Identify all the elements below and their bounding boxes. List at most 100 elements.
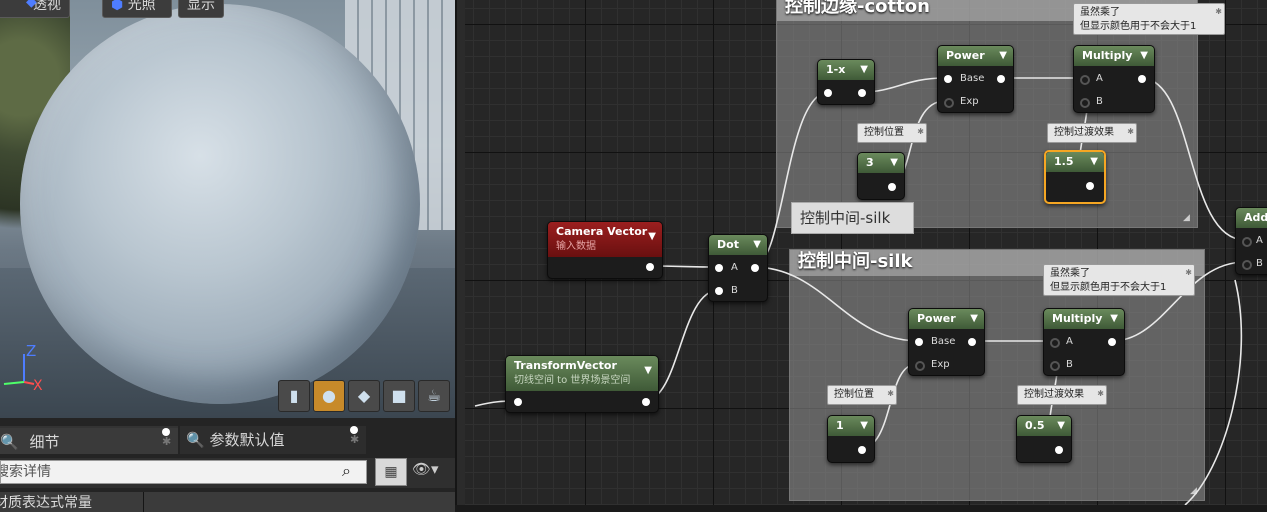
output-pin[interactable] [1055,446,1063,454]
collapse-arrow-icon[interactable]: ▼ [1140,46,1148,66]
node-subtitle: 输入数据 [556,241,596,252]
input-pin-a[interactable] [1080,75,1090,85]
search-icon[interactable]: ⌕ [342,461,351,481]
tab-details[interactable]: 🔍 细节 ✱ [0,426,178,454]
node-header: Power ▼ [938,46,1013,66]
pin-label-exp: Exp [960,96,979,107]
collapse-arrow-icon[interactable]: ▼ [999,46,1007,66]
output-pin[interactable] [888,183,896,191]
node-one-minus-x[interactable]: 1-x ▼ [817,59,875,105]
column-divider[interactable] [143,492,144,512]
plane-preview-button[interactable]: ◆ [348,380,380,412]
collapse-arrow-icon[interactable]: ▼ [1110,309,1118,329]
output-pin[interactable] [968,338,976,346]
node-add[interactable]: Add A B [1235,207,1267,275]
input-pin-base[interactable] [944,75,952,83]
input-pin-b[interactable] [715,287,723,295]
input-pin-b[interactable] [1080,98,1090,108]
node-transform-vector[interactable]: TransformVector 切线空间 to 世界场景空间 ▼ [505,355,659,413]
node-constant-3[interactable]: 3 ▼ [857,152,905,200]
input-pin[interactable] [824,89,832,97]
input-pin[interactable] [514,398,522,406]
node-dot[interactable]: Dot ▼ A B [708,234,768,302]
lit-button[interactable]: ⬢ 光照 [102,0,172,18]
sphere-preview-button[interactable]: ● [313,380,345,412]
close-tab-icon[interactable]: ✱ [162,428,171,448]
tab-details-label: 细节 [29,433,60,451]
section-header-label: 材质表达式常量 [0,495,92,511]
node-constant-1-5[interactable]: 1.5 ▼ [1044,150,1106,204]
collapse-arrow-icon[interactable]: ▼ [890,153,898,173]
preview-sphere[interactable] [20,4,420,404]
note-transition-bottom[interactable]: 控制过渡效果 ✱ [1017,385,1107,405]
collapse-arrow-icon[interactable]: ▼ [644,362,652,380]
output-pin[interactable] [1138,75,1146,83]
note-position-bottom[interactable]: 控制位置 ✱ [827,385,897,405]
collapse-arrow-icon[interactable]: ▼ [1057,416,1065,436]
pin-icon[interactable]: ✱ [917,125,924,139]
input-pin-a[interactable] [1242,237,1252,247]
show-button[interactable]: 显示 [178,0,224,18]
pin-label-a: A [1256,235,1263,246]
visibility-filter-button[interactable]: 👁▾ [412,460,439,478]
pin-label-b: B [1256,258,1263,269]
node-header: Add [1236,208,1267,228]
wire-multiply-to-add [1140,77,1246,241]
cylinder-preview-button[interactable]: ▮ [278,380,310,412]
node-constant-0-5[interactable]: 0.5 ▼ [1016,415,1072,463]
node-power-bottom[interactable]: Power ▼ Base Exp [908,308,985,376]
note-transition-top[interactable]: 控制过渡效果 ✱ [1047,123,1137,143]
output-pin[interactable] [858,89,866,97]
collapse-arrow-icon[interactable]: ▼ [753,235,761,255]
material-preview-viewport[interactable]: 透视 ⬢ 光照 显示 ◆ Z X ▮ ● ◆ ■ ☕ [0,0,455,418]
node-multiply-top[interactable]: Multiply ▼ A B [1073,45,1155,113]
collapse-arrow-icon[interactable]: ▼ [1090,152,1098,172]
pin-label-a: A [731,262,738,273]
material-graph-canvas[interactable]: 控制边缘-cotton ◢ 控制中间-silk ◢ Camera Vector … [465,0,1267,505]
node-constant-1[interactable]: 1 ▼ [827,415,875,463]
input-pin-b[interactable] [1242,260,1252,270]
tab-parameter-defaults[interactable]: 🔍 参数默认值 ✱ [180,426,366,454]
output-pin[interactable] [642,398,650,406]
output-pin[interactable] [1086,182,1094,190]
input-pin-base[interactable] [915,338,923,346]
wire-dot-to-power-bottom [752,266,920,342]
node-title: Power [946,49,985,62]
collapse-arrow-icon[interactable]: ▼ [860,60,868,80]
panel-splitter[interactable] [455,0,465,505]
collapse-arrow-icon[interactable]: ▼ [860,416,868,436]
section-header[interactable]: 材质表达式常量 [0,492,455,512]
search-details-input[interactable]: 搜索详情 [0,460,367,484]
pin-icon[interactable]: ✱ [1097,387,1104,401]
input-pin-a[interactable] [1050,338,1060,348]
input-pin-a[interactable] [715,264,723,272]
output-pin[interactable] [858,446,866,454]
info-icon: 🔍 [186,431,205,449]
node-camera-vector[interactable]: Camera Vector 输入数据 ▼ [547,221,663,279]
pin-icon[interactable]: ✱ [1127,125,1134,139]
node-header: 1 ▼ [828,416,874,436]
collapse-arrow-icon[interactable]: ▼ [970,309,978,329]
input-pin-exp[interactable] [944,98,954,108]
close-tab-icon[interactable]: ✱ [350,426,359,446]
output-pin[interactable] [997,75,1005,83]
teapot-preview-button[interactable]: ☕ [418,380,450,412]
node-power-top[interactable]: Power ▼ Base Exp [937,45,1014,113]
note-multiply-bottom[interactable]: 虽然乘了 但显示颜色用于不会大于1 ✱ [1043,264,1195,296]
output-pin[interactable] [751,264,759,272]
note-position-top[interactable]: 控制位置 ✱ [857,123,927,143]
view-options-button[interactable]: ▦ [375,458,407,486]
output-pin[interactable] [1108,338,1116,346]
output-pin[interactable] [646,263,654,271]
note-multiply-top[interactable]: 虽然乘了 但显示颜色用于不会大于1 ✱ [1073,3,1225,35]
pin-icon[interactable]: ✱ [1185,266,1192,280]
node-title: Camera Vector [556,225,648,238]
pin-icon[interactable]: ✱ [887,387,894,401]
input-pin-b[interactable] [1050,361,1060,371]
pin-icon[interactable]: ✱ [1215,5,1222,19]
node-header: Camera Vector 输入数据 ▼ [548,222,662,257]
collapse-arrow-icon[interactable]: ▼ [648,228,656,246]
input-pin-exp[interactable] [915,361,925,371]
cube-preview-button[interactable]: ■ [383,380,415,412]
node-multiply-bottom[interactable]: Multiply ▼ A B [1043,308,1125,376]
